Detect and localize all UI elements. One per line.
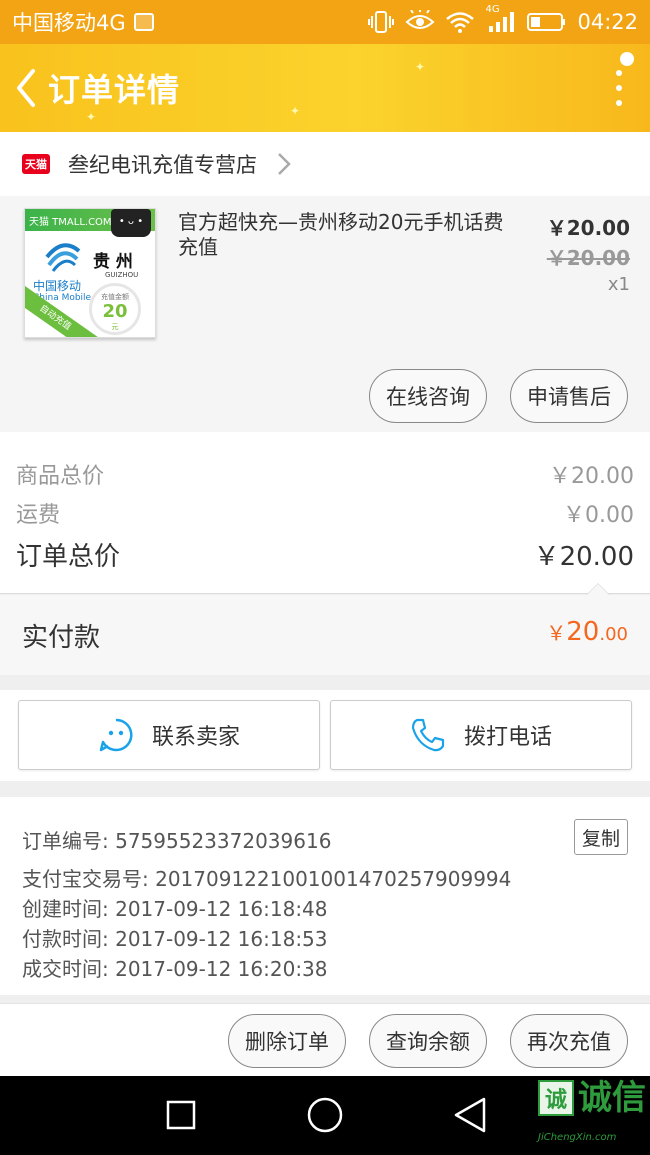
sparkle-decoration: ✦ bbox=[86, 110, 97, 124]
more-dot bbox=[616, 85, 622, 91]
order-actions: 删除订单 查询余额 再次充值 bbox=[0, 1003, 650, 1076]
shipping-row: 运费 ￥0.00 bbox=[16, 497, 634, 529]
payment-integer: 20 bbox=[566, 617, 600, 647]
thumb-province-en: GUIZHOU bbox=[105, 271, 139, 279]
actual-payment-value: ￥20.00 bbox=[546, 617, 628, 647]
order-total-value: ￥20.00 bbox=[533, 542, 634, 572]
watermark-url: JiChengXin.com bbox=[538, 1132, 617, 1143]
order-info: 订单编号: 57595523372039616 支付宝交易号: 20170912… bbox=[0, 797, 650, 995]
eye-icon bbox=[405, 10, 435, 29]
payment-decimal: .00 bbox=[599, 624, 628, 645]
currency-symbol: ￥ bbox=[546, 621, 567, 645]
thumb-unit: 元 bbox=[111, 323, 119, 331]
delete-order-button[interactable]: 删除订单 bbox=[228, 1014, 346, 1068]
shop-row[interactable]: 天猫 叁纪电讯充值专营店 bbox=[0, 132, 650, 196]
copy-button[interactable]: 复制 bbox=[574, 819, 628, 855]
contact-section: 联系卖家 拨打电话 bbox=[0, 690, 650, 781]
call-phone-label: 拨打电话 bbox=[463, 725, 552, 750]
contact-seller-button[interactable]: 联系卖家 bbox=[18, 700, 320, 770]
watermark-box: 诚 bbox=[538, 1080, 574, 1116]
page-title: 订单详情 bbox=[48, 71, 181, 109]
product-title[interactable]: 官方超快充—贵州移动20元手机话费充值 bbox=[178, 210, 518, 260]
carrier-group: 中国移动4G bbox=[12, 7, 154, 37]
status-bar: 中国移动4G 4G 04:22 bbox=[0, 0, 650, 44]
phone-icon bbox=[411, 718, 445, 752]
product-original-price: ￥20.00 bbox=[546, 246, 630, 270]
thumb-brand-cn: 中国移动 bbox=[33, 279, 82, 293]
app-header: ✦ ✦ ✦ 订单详情 bbox=[0, 44, 650, 132]
shop-name: 叁纪电讯充值专营店 bbox=[68, 153, 257, 177]
shipping-label: 运费 bbox=[16, 503, 61, 528]
watermark-logo: 诚 诚信 JiChengXin.com bbox=[538, 1078, 646, 1143]
thumb-province: 贵 州 bbox=[93, 252, 133, 272]
battery-icon bbox=[527, 13, 566, 31]
china-mobile-logo-icon bbox=[45, 243, 81, 272]
tmall-logo-icon: 天猫 bbox=[22, 154, 50, 174]
online-consult-button[interactable]: 在线咨询 bbox=[369, 369, 487, 423]
vibrate-icon bbox=[368, 11, 395, 33]
recent-apps-icon[interactable] bbox=[166, 1096, 196, 1136]
shipping-value: ￥0.00 bbox=[563, 503, 634, 528]
created-time: 创建时间: 2017-09-12 16:18:48 bbox=[22, 897, 328, 921]
thumb-amount: 20 bbox=[102, 301, 128, 322]
actual-payment-row: 实付款 ￥20.00 bbox=[0, 595, 650, 675]
home-icon[interactable] bbox=[306, 1096, 344, 1136]
more-dot bbox=[616, 100, 622, 106]
goods-total-value: ￥20.00 bbox=[549, 464, 634, 489]
more-dots-icon bbox=[616, 70, 622, 76]
product-price: ￥20.00 bbox=[546, 216, 630, 240]
order-total-label: 订单总价 bbox=[16, 542, 121, 572]
order-total-row: 订单总价 ￥20.00 bbox=[16, 536, 634, 573]
goods-total-label: 商品总价 bbox=[16, 464, 105, 489]
more-menu-button[interactable] bbox=[614, 70, 624, 106]
goods-total-row: 商品总价 ￥20.00 bbox=[16, 458, 634, 490]
back-button[interactable] bbox=[4, 44, 48, 132]
status-icons: 4G 04:22 bbox=[367, 4, 638, 34]
image-notification-icon bbox=[133, 13, 154, 31]
sparkle-decoration: ✦ bbox=[415, 60, 426, 74]
call-phone-button[interactable]: 拨打电话 bbox=[330, 700, 632, 770]
chevron-left-icon bbox=[17, 69, 35, 107]
signal-icon: 4G bbox=[485, 4, 517, 34]
divider bbox=[0, 593, 650, 594]
product-thumbnail[interactable]: 天猫 TMALL.COM • ᴗ • 贵 州 GUIZHOU 中国移动 Chin… bbox=[24, 208, 156, 338]
notch-decoration bbox=[587, 584, 609, 595]
after-sales-button[interactable]: 申请售后 bbox=[510, 369, 628, 423]
product-quantity: x1 bbox=[607, 274, 630, 295]
recharge-again-button[interactable]: 再次充值 bbox=[510, 1014, 628, 1068]
network-type: 4G bbox=[485, 4, 500, 15]
product-card[interactable]: 天猫 TMALL.COM • ᴗ • 贵 州 GUIZHOU 中国移动 Chin… bbox=[0, 196, 650, 432]
tmall-cat-icon: • ᴗ • bbox=[111, 209, 151, 237]
chevron-right-icon bbox=[278, 153, 291, 175]
actual-payment-label: 实付款 bbox=[22, 623, 101, 653]
contact-seller-label: 联系卖家 bbox=[151, 725, 240, 750]
alipay-number: 支付宝交易号: 2017091221001001470257909994 bbox=[22, 867, 512, 891]
notification-dot bbox=[620, 52, 634, 66]
sparkle-decoration: ✦ bbox=[290, 104, 301, 118]
check-balance-button[interactable]: 查询余额 bbox=[369, 1014, 487, 1068]
chat-face-icon bbox=[99, 718, 133, 752]
order-number: 订单编号: 57595523372039616 bbox=[22, 829, 332, 853]
price-summary: 商品总价 ￥20.00 运费 ￥0.00 订单总价 ￥20.00 bbox=[0, 432, 650, 595]
closed-time: 成交时间: 2017-09-12 16:20:38 bbox=[22, 957, 328, 981]
watermark-text: 诚信 bbox=[578, 1078, 646, 1118]
paid-time: 付款时间: 2017-09-12 16:18:53 bbox=[22, 927, 328, 951]
thumb-amount-badge: 充值金额 20 元 bbox=[89, 283, 141, 335]
back-nav-icon[interactable] bbox=[452, 1096, 488, 1136]
wifi-icon bbox=[446, 12, 475, 33]
clock: 04:22 bbox=[577, 10, 638, 34]
carrier-name: 中国移动4G bbox=[12, 11, 126, 35]
